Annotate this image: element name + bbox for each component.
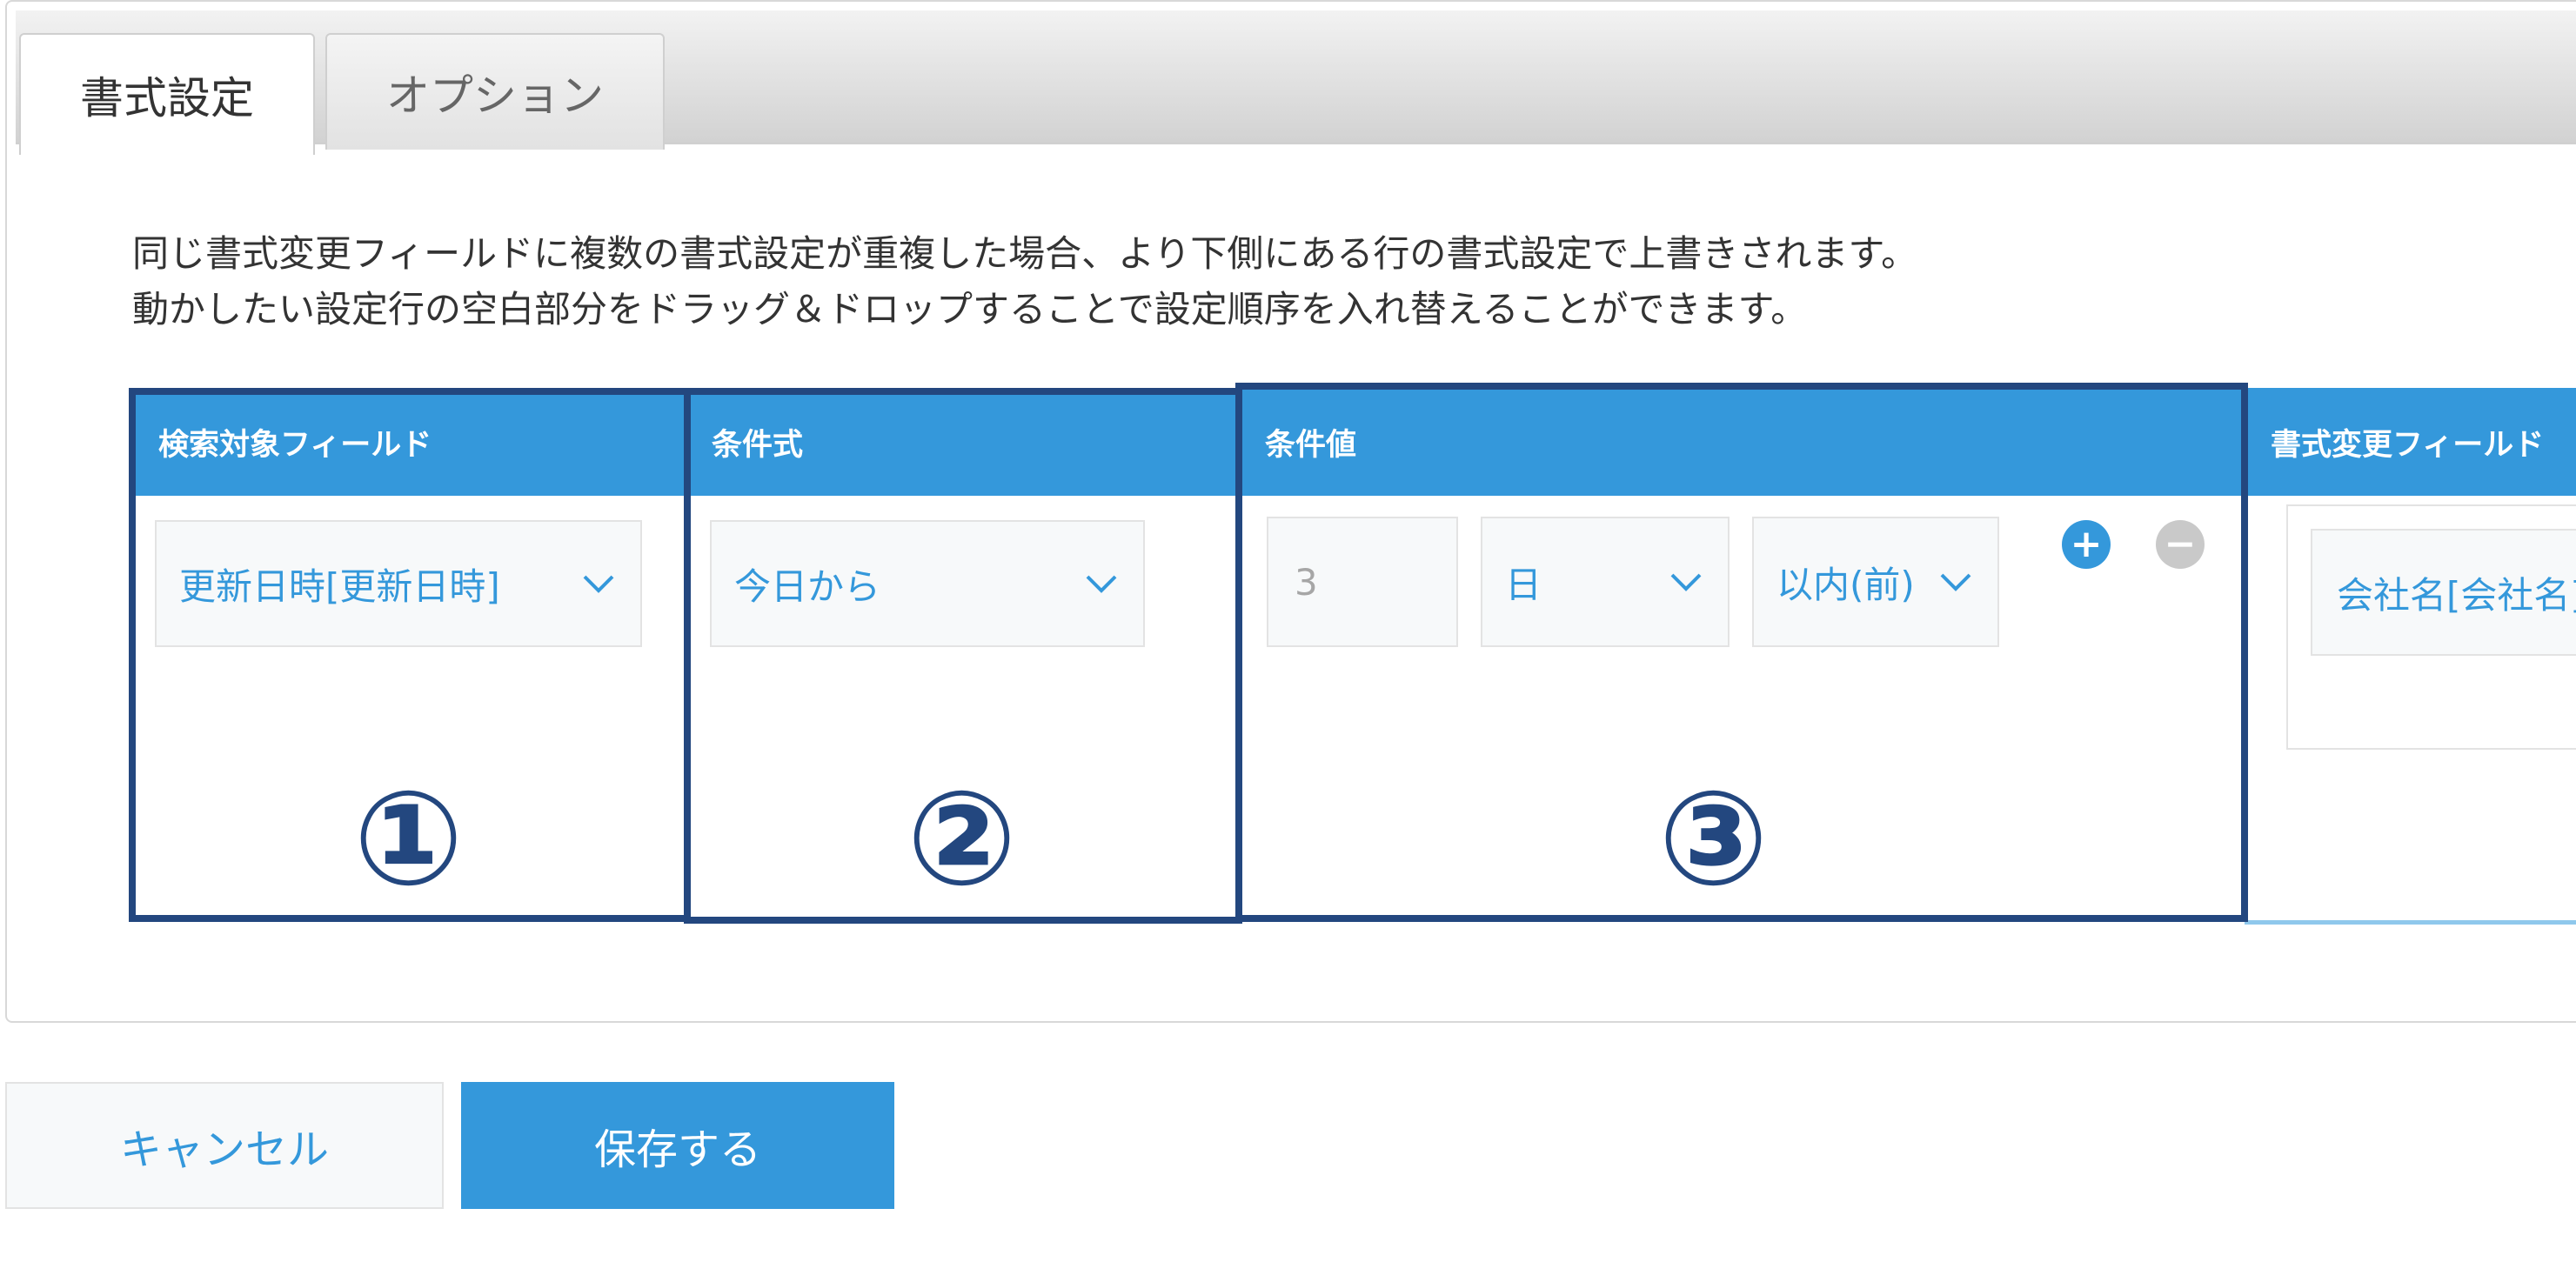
row-divider	[2245, 920, 2576, 925]
save-button[interactable]: 保存する	[461, 1082, 894, 1209]
header-format-field: 書式変更フィールド	[2245, 388, 2576, 496]
tab-bar: 書式設定 オプション	[16, 10, 2576, 155]
description-line-1: 同じ書式変更フィールドに複数の書式設定が重複した場合、より下側にある行の書式設定…	[132, 232, 1918, 275]
description-line-2: 動かしたい設定行の空白部分をドラッグ＆ドロップすることで設定順序を入れ替えること…	[132, 288, 1808, 331]
tab-options[interactable]: オプション	[325, 33, 665, 150]
annotation-number-1: ①	[353, 764, 465, 915]
annotation-number-2: ②	[907, 764, 1018, 915]
format-field-select[interactable]: 会社名[会社名]	[2311, 529, 2576, 656]
annotation-number-3: ③	[1658, 764, 1770, 915]
tab-format-settings[interactable]: 書式設定	[19, 33, 315, 155]
format-field-select-value: 会社名[会社名]	[2337, 573, 2576, 617]
cancel-button[interactable]: キャンセル	[5, 1082, 444, 1209]
